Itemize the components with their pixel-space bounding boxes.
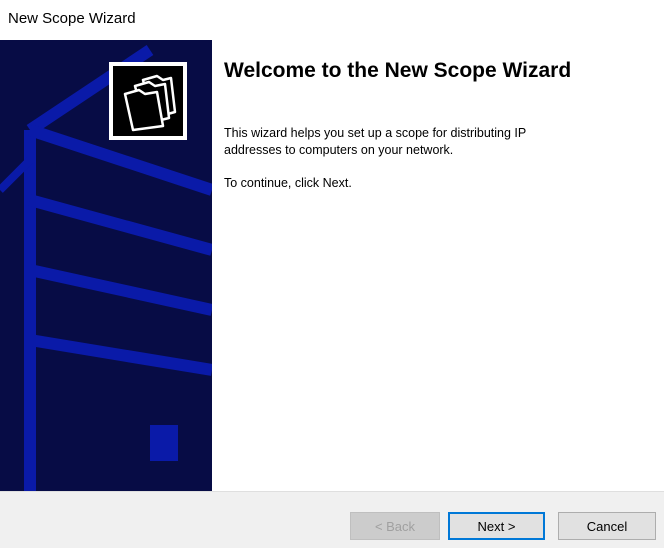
wizard-logo — [109, 62, 187, 140]
instruction-text: To continue, click Next. — [224, 176, 352, 190]
button-bar: < Back Next > Cancel — [0, 491, 664, 548]
back-button[interactable]: < Back — [350, 512, 440, 540]
window-title: New Scope Wizard — [8, 10, 136, 27]
wizard-banner — [0, 40, 212, 491]
wizard-content: Welcome to the New Scope Wizard This wiz… — [212, 40, 664, 491]
folders-icon — [123, 74, 177, 132]
next-button[interactable]: Next > — [448, 512, 545, 540]
page-title: Welcome to the New Scope Wizard — [224, 59, 572, 82]
description-text: This wizard helps you set up a scope for… — [224, 126, 527, 157]
title-bar: New Scope Wizard — [0, 0, 664, 40]
cancel-button[interactable]: Cancel — [558, 512, 656, 540]
logo-frame — [113, 66, 183, 136]
